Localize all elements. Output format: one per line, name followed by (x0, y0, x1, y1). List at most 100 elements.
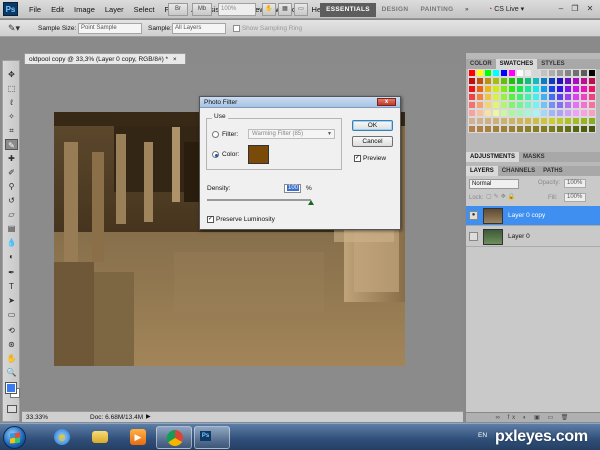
swatch-cell[interactable] (485, 78, 491, 84)
swatch-cell[interactable] (581, 86, 587, 92)
status-zoom[interactable]: 33.33% (26, 412, 48, 423)
swatch-cell[interactable] (549, 118, 555, 124)
shape-tool-icon[interactable]: ▭ (5, 309, 18, 320)
filter-radio[interactable] (212, 131, 219, 138)
close-button[interactable]: ✕ (585, 4, 595, 14)
zoom-tool-icon[interactable]: 🔍 (5, 367, 18, 378)
type-tool-icon[interactable]: T (5, 281, 18, 292)
swatch-cell[interactable] (525, 78, 531, 84)
workspace-design[interactable]: DESIGN (378, 3, 412, 17)
swatch-cell[interactable] (581, 94, 587, 100)
swatch-cell[interactable] (509, 78, 515, 84)
swatch-cell[interactable] (565, 126, 571, 132)
launch-mini-bridge-icon[interactable]: Mb (192, 3, 212, 16)
minimize-button[interactable]: – (556, 4, 566, 14)
workspace-essentials[interactable]: ESSENTIALS (320, 3, 376, 17)
swatch-cell[interactable] (549, 70, 555, 76)
swatch-cell[interactable] (469, 126, 475, 132)
swatch-cell[interactable] (525, 102, 531, 108)
swatch-cell[interactable] (477, 94, 483, 100)
hand-tool-icon[interactable]: ✋ (5, 353, 18, 364)
swatch-cell[interactable] (493, 70, 499, 76)
swatch-cell[interactable] (541, 110, 547, 116)
tab-masks[interactable]: MASKS (519, 152, 549, 162)
swatch-cell[interactable] (517, 110, 523, 116)
document-tab-close-icon[interactable]: × (173, 56, 177, 63)
swatch-cell[interactable] (501, 78, 507, 84)
fill-field[interactable]: 100% (564, 193, 586, 202)
tab-swatches[interactable]: SWATCHES (495, 59, 538, 69)
restore-button[interactable]: ❐ (570, 4, 580, 14)
history-brush-tool-icon[interactable]: ↺ (5, 195, 18, 206)
swatch-cell[interactable] (589, 86, 595, 92)
layer-row-layer-0-copy[interactable]: ● Layer 0 copy (466, 206, 600, 226)
sample-size-select[interactable]: Point Sample (78, 23, 142, 34)
swatch-cell[interactable] (485, 70, 491, 76)
swatch-cell[interactable] (589, 70, 595, 76)
swatch-cell[interactable] (517, 126, 523, 132)
swatch-cell[interactable] (581, 78, 587, 84)
swatch-cell[interactable] (493, 78, 499, 84)
swatch-cell[interactable] (533, 126, 539, 132)
move-tool-icon[interactable]: ✥ (5, 69, 18, 80)
swatch-cell[interactable] (589, 94, 595, 100)
swatch-cell[interactable] (589, 126, 595, 132)
taskbar-chrome-button[interactable] (156, 426, 192, 449)
tab-layers[interactable]: LAYERS (466, 166, 498, 176)
swatch-cell[interactable] (565, 118, 571, 124)
swatch-cell[interactable] (573, 94, 579, 100)
swatch-cell[interactable] (557, 70, 563, 76)
swatch-cell[interactable] (493, 126, 499, 132)
tab-paths[interactable]: PATHS (539, 166, 566, 176)
swatch-cell[interactable] (541, 118, 547, 124)
language-indicator[interactable]: EN (478, 432, 487, 439)
swatch-cell[interactable] (541, 94, 547, 100)
swatch-cell[interactable] (517, 118, 523, 124)
swatch-cell[interactable] (477, 70, 483, 76)
pen-tool-icon[interactable]: ✒ (5, 267, 18, 278)
status-menu-arrow-icon[interactable]: ▶ (146, 412, 151, 423)
swatch-cell[interactable] (501, 110, 507, 116)
density-slider-track[interactable] (207, 199, 311, 201)
filter-color-swatch[interactable] (248, 145, 269, 164)
swatch-cell[interactable] (581, 110, 587, 116)
swatch-cell[interactable] (557, 110, 563, 116)
swatch-cell[interactable] (509, 118, 515, 124)
swatch-cell[interactable] (485, 118, 491, 124)
start-button[interactable] (3, 426, 26, 449)
swatch-cell[interactable] (565, 70, 571, 76)
swatch-cell[interactable] (589, 78, 595, 84)
swatch-cell[interactable] (573, 118, 579, 124)
swatch-cell[interactable] (485, 102, 491, 108)
swatch-cell[interactable] (533, 78, 539, 84)
layers-panel-footer-icons[interactable]: ∞ fx ◐ ▣ ▭ 🗑 (466, 412, 600, 422)
swatch-cell[interactable] (477, 110, 483, 116)
color-radio[interactable] (212, 151, 219, 158)
blur-tool-icon[interactable]: 💧 (5, 237, 18, 248)
swatch-cell[interactable] (485, 126, 491, 132)
dialog-close-icon[interactable]: x (377, 98, 396, 106)
swatch-cell[interactable] (501, 126, 507, 132)
healing-brush-tool-icon[interactable]: ✚ (5, 153, 18, 164)
path-selection-tool-icon[interactable]: ➤ (5, 295, 18, 306)
taskbar-media-player-button[interactable]: ▶ (120, 426, 156, 449)
swatch-cell[interactable] (573, 102, 579, 108)
swatch-cell[interactable] (493, 118, 499, 124)
menu-layer[interactable]: Layer (100, 0, 129, 19)
preview-checkbox[interactable]: ✓ (354, 155, 361, 162)
swatch-cell[interactable] (493, 86, 499, 92)
swatch-cell[interactable] (533, 94, 539, 100)
swatch-cell[interactable] (525, 118, 531, 124)
marquee-tool-icon[interactable]: ⬚ (5, 83, 18, 94)
swatch-cell[interactable] (469, 110, 475, 116)
swatch-cell[interactable] (517, 102, 523, 108)
swatch-cell[interactable] (493, 110, 499, 116)
swatch-cell[interactable] (549, 86, 555, 92)
document-tab[interactable]: oldpool copy @ 33,3% (Layer 0 copy, RGB/… (24, 53, 186, 64)
swatch-cell[interactable] (533, 118, 539, 124)
swatch-cell[interactable] (517, 70, 523, 76)
swatch-cell[interactable] (541, 102, 547, 108)
swatch-cell[interactable] (549, 78, 555, 84)
visibility-eye-icon[interactable] (469, 232, 478, 241)
swatch-cell[interactable] (501, 102, 507, 108)
